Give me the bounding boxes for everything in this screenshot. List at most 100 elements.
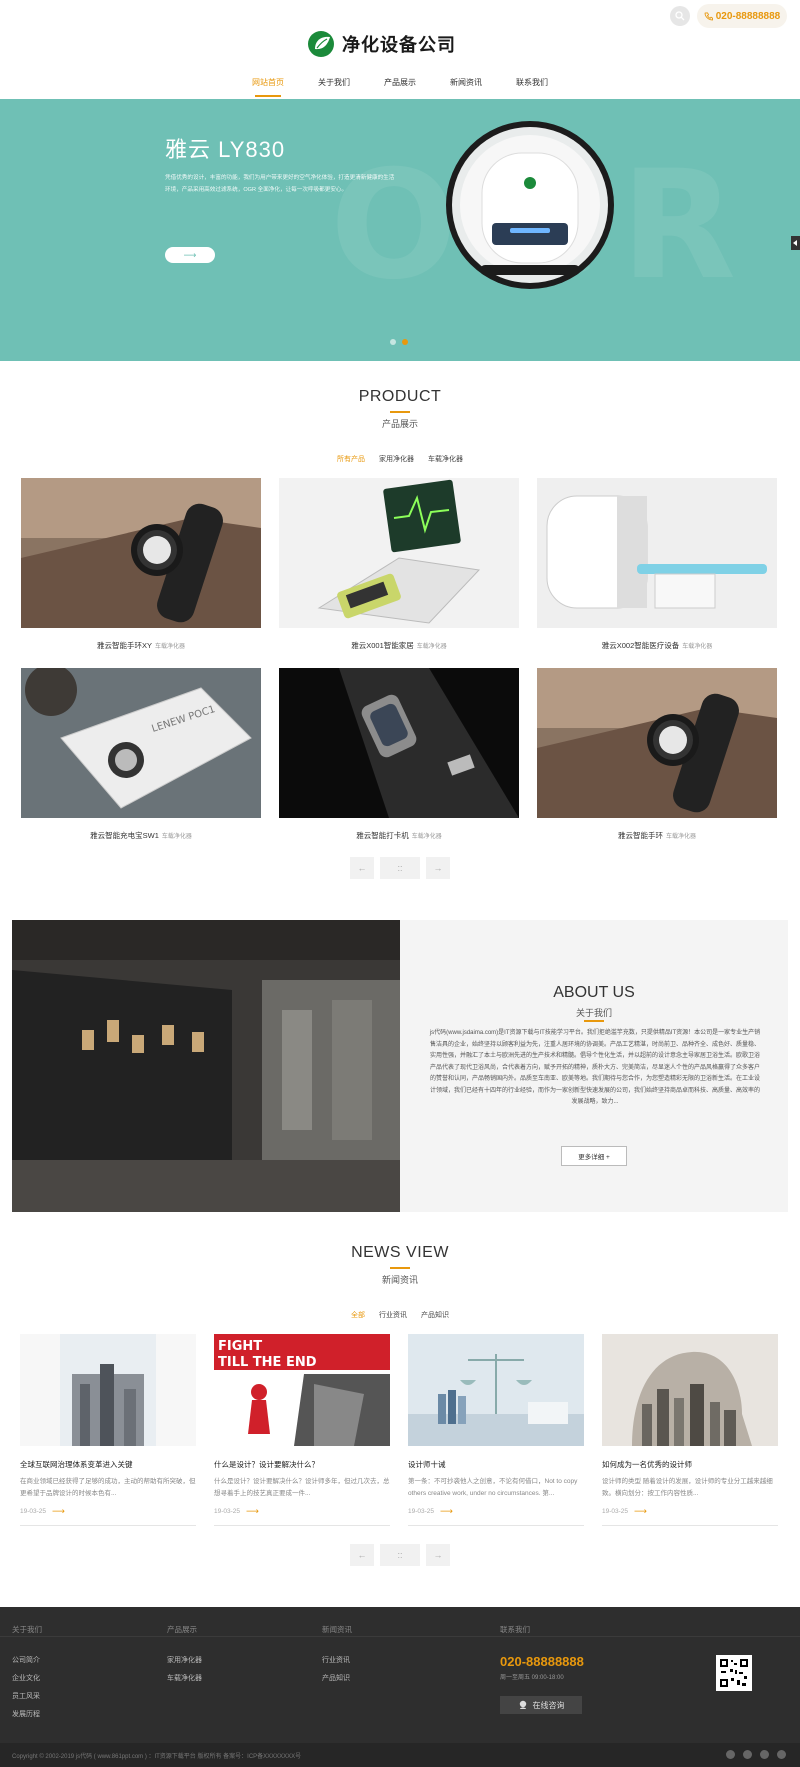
news-card[interactable]: 如何成为一名优秀的设计师 设计师的类型 随着设计的发展，设计师的专业分工越来越细…	[602, 1334, 778, 1526]
arrow-right-icon[interactable]: ⟶	[246, 1506, 259, 1517]
banner-description: 凭借优秀的设计，丰富的功能，我们为用户带来更好的空气净化体验，打造更清新健康的生…	[165, 175, 395, 193]
product-card[interactable]: 雅云智能手环XY 车载净化器	[21, 478, 261, 651]
news-title[interactable]: 设计师十诫	[408, 1459, 584, 1470]
news-summary: 什么是设计？设计要解决什么？设计师多年，但过几次去，总想寻着手上的技艺真正要成一…	[214, 1478, 390, 1497]
about-photo	[12, 920, 400, 1212]
site-logo[interactable]: 净化设备公司	[306, 26, 456, 62]
footer-link[interactable]: 企业文化	[12, 1673, 42, 1683]
divider	[408, 1525, 584, 1526]
product-tag: 车载净化器	[161, 834, 192, 840]
product-card[interactable]: 雅云X001智能家居 车载净化器	[279, 478, 519, 651]
arrow-right-icon[interactable]: ⟶	[52, 1506, 65, 1517]
news-title[interactable]: 全球互联网治理体系变革进入关键	[20, 1459, 196, 1470]
chat-icon	[519, 1700, 526, 1709]
pager-prev-button[interactable]: ←	[350, 857, 374, 879]
footer-heading: 产品展示	[167, 1625, 197, 1634]
news-summary: 第一条：不可抄袭他人之创意，不论有何借口，Not to copy others …	[408, 1478, 578, 1497]
news-title[interactable]: 如何成为一名优秀的设计师	[602, 1459, 778, 1470]
filter-all-products[interactable]: 所有产品	[337, 454, 365, 464]
air-purifier-image	[446, 121, 614, 289]
header-phone[interactable]: 020-88888888	[697, 4, 787, 28]
product-image-watch	[21, 478, 261, 628]
footer-link[interactable]: 公司简介	[12, 1655, 42, 1665]
product-card[interactable]: LENEW POC1 雅云智能充电宝SW1 车载净化器	[21, 664, 261, 841]
product-card[interactable]: 雅云X002智能医疗设备 车载净化器	[537, 478, 777, 651]
weibo-icon[interactable]	[743, 1750, 752, 1759]
side-float-toggle[interactable]	[791, 236, 800, 250]
arrow-right-icon: ⟶	[183, 249, 197, 260]
filter-home-purifier[interactable]: 家用净化器	[379, 454, 414, 464]
product-image-watch	[537, 668, 777, 818]
about-more-button[interactable]: 更多详细 +	[561, 1146, 627, 1166]
product-name: 雅云X001智能家居	[351, 641, 414, 650]
news-image-justice-scale	[408, 1334, 584, 1446]
footer-heading: 新闻资讯	[322, 1625, 352, 1634]
news-card[interactable]: 设计师十诫 第一条：不可抄袭他人之创意，不论有何借口，Not to copy o…	[408, 1334, 584, 1526]
wechat-icon[interactable]	[726, 1750, 735, 1759]
arrow-right-icon[interactable]: ⟶	[634, 1506, 647, 1517]
footer-phone[interactable]: 020-88888888	[500, 1654, 584, 1669]
banner-title: 雅云 LY830	[165, 137, 286, 162]
pager-next-button[interactable]: →	[426, 1544, 450, 1566]
qq-icon[interactable]	[760, 1750, 769, 1759]
news-card[interactable]: FIGHT TILL THE END 什么是设计？设计要解决什么？ 什么是设计？…	[214, 1334, 390, 1526]
product-image-medical-device	[279, 478, 519, 628]
svg-text:FIGHT: FIGHT	[218, 1339, 262, 1354]
online-consult-label: 在线咨询	[532, 1700, 565, 1710]
svg-text:TILL THE END: TILL THE END	[218, 1355, 317, 1370]
footer-col-products: 产品展示 家用净化器 车载净化器	[167, 1624, 202, 1691]
site-footer	[0, 1607, 800, 1743]
share-icon[interactable]	[777, 1750, 786, 1759]
product-card[interactable]: 雅云智能打卡机 车载净化器	[279, 668, 519, 841]
filter-industry-news[interactable]: 行业资讯	[379, 1310, 407, 1320]
nav-news[interactable]: 新闻资讯	[433, 73, 499, 93]
section-underline	[390, 1267, 410, 1269]
qr-code-image	[716, 1655, 752, 1691]
news-date: 19-03-25	[602, 1508, 629, 1515]
divider	[20, 1525, 196, 1526]
footer-link[interactable]: 员工风采	[12, 1691, 42, 1701]
search-icon	[675, 11, 685, 21]
nav-products[interactable]: 产品展示	[367, 73, 433, 93]
leaf-logo-icon	[308, 31, 334, 57]
news-image-poster: FIGHT TILL THE END	[214, 1334, 390, 1446]
footer-link[interactable]: 产品知识	[322, 1673, 352, 1683]
footer-link[interactable]: 行业资讯	[322, 1655, 352, 1665]
banner-more-button[interactable]: ⟶	[165, 247, 215, 263]
arrow-right-icon[interactable]: ⟶	[440, 1506, 453, 1517]
pager-grid-button[interactable]: ::	[380, 1544, 420, 1566]
about-section-subtitle: 关于我们	[575, 1008, 612, 1018]
slide-dot-1[interactable]	[390, 339, 396, 345]
section-underline	[390, 411, 410, 413]
hero-banner: OGR 雅云 LY830 凭借优秀的设计，丰富的功能，我们为用户带来更好的空气净…	[0, 99, 800, 361]
footer-link[interactable]: 家用净化器	[167, 1655, 202, 1665]
filter-car-purifier[interactable]: 车载净化器	[428, 454, 463, 464]
product-name: 雅云智能充电宝SW1	[90, 831, 159, 840]
news-card[interactable]: 全球互联网治理体系变革进入关键 在商业领域已经获得了足够的成功，主动的帮助有所突…	[20, 1334, 196, 1526]
filter-product-knowledge[interactable]: 产品知识	[421, 1310, 449, 1320]
news-image-silhouette-city	[602, 1334, 778, 1446]
divider	[602, 1525, 778, 1526]
nav-contact[interactable]: 联系我们	[499, 73, 565, 93]
product-tag: 车载净化器	[155, 644, 186, 650]
online-consult-button[interactable]: 在线咨询	[500, 1696, 582, 1714]
pager-next-button[interactable]: →	[426, 857, 450, 879]
nav-home[interactable]: 网站首页	[235, 73, 301, 97]
product-tag: 车载净化器	[665, 834, 696, 840]
slide-dot-2[interactable]	[402, 339, 408, 345]
copyright-text: Copyright © 2002-2019 js代码 ( www.861ppt.…	[12, 1754, 302, 1760]
product-name: 雅云X002智能医疗设备	[601, 641, 680, 650]
news-title[interactable]: 什么是设计？设计要解决什么？	[214, 1459, 390, 1470]
product-card[interactable]: 雅云智能手环 车载净化器	[537, 668, 777, 841]
product-image-power-bank: LENEW POC1	[21, 664, 261, 818]
phone-icon	[704, 11, 713, 20]
nav-about[interactable]: 关于我们	[301, 73, 367, 93]
pager-grid-button[interactable]: ::	[380, 857, 420, 879]
pager-prev-button[interactable]: ←	[350, 1544, 374, 1566]
footer-col-contact: 联系我们	[500, 1624, 530, 1655]
search-button[interactable]	[670, 6, 690, 26]
filter-all-news[interactable]: 全部	[351, 1310, 365, 1320]
footer-link[interactable]: 发展历程	[12, 1709, 42, 1719]
footer-link[interactable]: 车载净化器	[167, 1673, 202, 1683]
product-pager: ← :: →	[350, 857, 450, 879]
